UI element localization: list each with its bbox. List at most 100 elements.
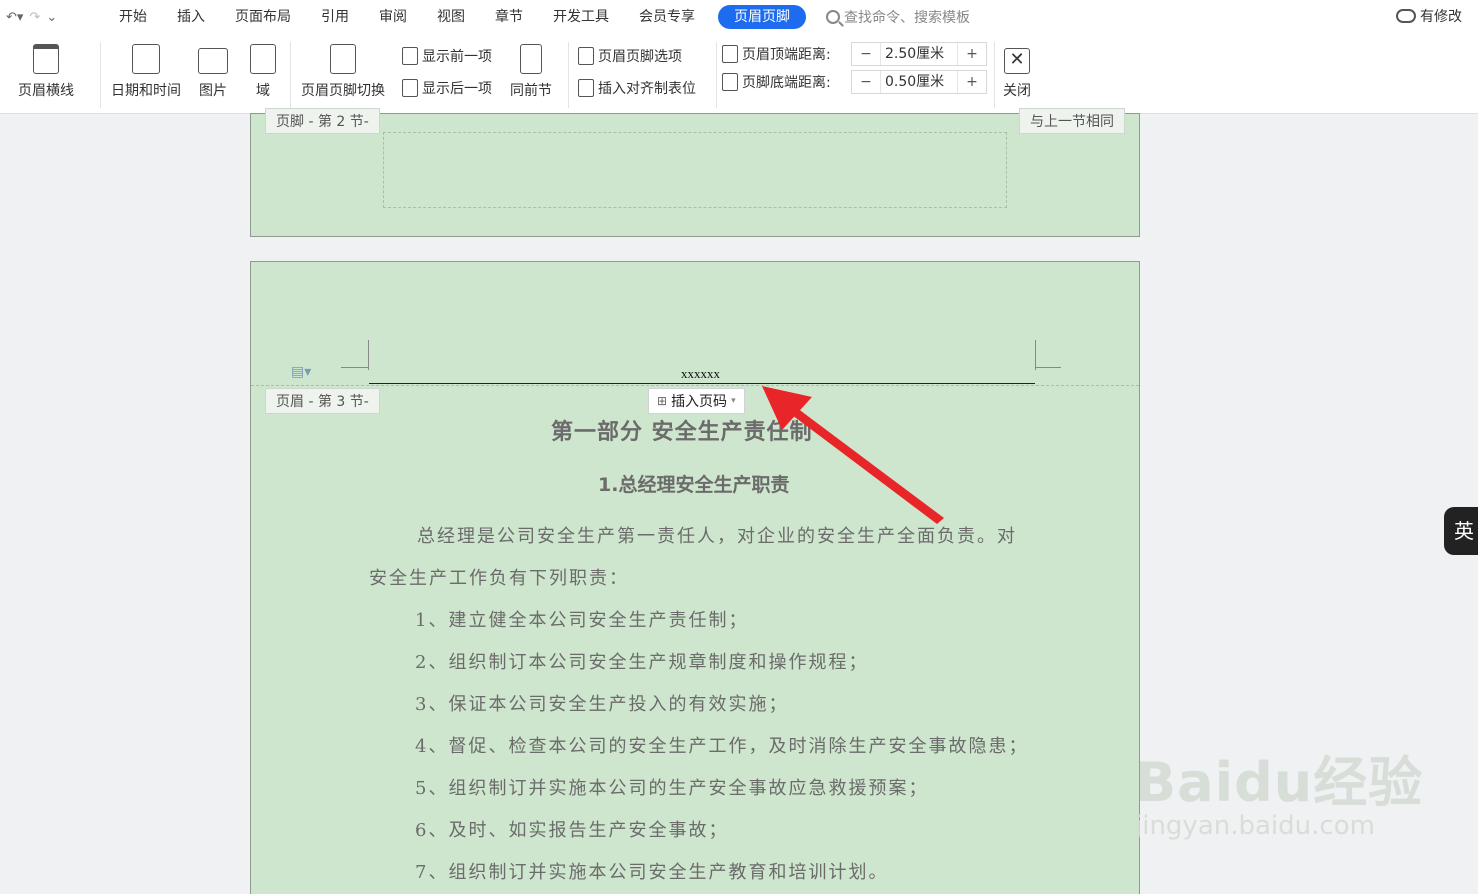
tab-section[interactable]: 章节	[480, 0, 538, 34]
section-title: 1.总经理安全生产职责	[598, 474, 790, 496]
menu-tabs: 开始 插入 页面布局 引用 审阅 视图 章节 开发工具 会员专享 页眉页脚	[104, 0, 806, 34]
footer-bottom-distance-input[interactable]: 0.50厘米	[880, 71, 958, 93]
menu-bar: ↶▾ ↷ ⌄ 开始 插入 页面布局 引用 审阅 视图 章节 开发工具 会员专享 …	[0, 0, 1478, 34]
crop-mark	[341, 367, 369, 368]
divider	[568, 42, 569, 108]
divider	[994, 42, 995, 108]
footer-bottom-distance-stepper[interactable]: − 0.50厘米 +	[851, 70, 987, 94]
tab-developer[interactable]: 开发工具	[538, 0, 624, 34]
decrease-button[interactable]: −	[852, 71, 880, 93]
tab-member[interactable]: 会员专享	[624, 0, 710, 34]
show-previous-button[interactable]: 显示前一项	[402, 46, 492, 66]
header-footer-switch-button[interactable]: 页眉页脚切换	[301, 44, 385, 100]
header-options-icon[interactable]: ▤▾	[291, 364, 311, 380]
header-distance-icon	[722, 45, 738, 63]
increase-button[interactable]: +	[958, 71, 986, 93]
header-top-distance-stepper[interactable]: − 2.50厘米 +	[851, 42, 987, 66]
tab-home[interactable]: 开始	[104, 0, 162, 34]
header-section-tag: 页眉 - 第 3 节-	[265, 388, 380, 414]
ime-indicator[interactable]: 英	[1444, 507, 1478, 555]
cloud-icon	[1396, 9, 1416, 23]
list-item: 1、建立健全本公司安全生产责任制；	[415, 610, 749, 631]
chevron-down-icon: ▾	[731, 396, 736, 406]
decrease-button[interactable]: −	[852, 43, 880, 65]
crop-mark	[368, 340, 369, 370]
switch-label: 页眉页脚切换	[301, 83, 385, 99]
list-item: 4、督促、检查本公司的安全生产工作，及时消除生产安全事故隐患；	[415, 736, 1029, 757]
document-page: 页脚 - 第 2 节- 与上一节相同	[250, 108, 1140, 237]
picture-button[interactable]: 图片	[198, 44, 228, 100]
page-number-icon: ⊞	[657, 394, 668, 408]
document-page: ▤▾ xxxxxx 页眉 - 第 3 节- ⊞ 插入页码 ▾ 第一部分 安全生产…	[250, 261, 1140, 894]
field-label: 域	[256, 83, 270, 99]
date-time-button[interactable]: 日期和时间	[111, 44, 181, 100]
modify-status[interactable]: 有修改	[1396, 6, 1462, 26]
picture-label: 图片	[199, 83, 227, 99]
quick-access-toolbar: ↶▾ ↷ ⌄	[0, 10, 104, 25]
show-previous-icon	[402, 47, 418, 65]
header-boundary	[251, 385, 1139, 386]
chevron-down-icon[interactable]: ⌄	[46, 10, 57, 25]
calendar-icon	[132, 44, 160, 74]
options-label: 页眉页脚选项	[598, 49, 682, 65]
header-line-button[interactable]: 页眉横线	[18, 44, 74, 100]
same-as-previous-tag: 与上一节相同	[1019, 108, 1125, 134]
footer-section-tag: 页脚 - 第 2 节-	[265, 108, 380, 134]
modify-label: 有修改	[1420, 9, 1462, 25]
field-button[interactable]: 域	[250, 44, 276, 100]
same-as-previous-button[interactable]: 同前节	[510, 44, 552, 100]
header-line-label: 页眉横线	[18, 83, 74, 99]
watermark-logo-text: Baidu经验	[1135, 751, 1424, 814]
close-header-footer-button[interactable]: ✕ 关闭	[1003, 44, 1031, 100]
show-next-icon	[402, 79, 418, 97]
options-icon	[578, 47, 594, 65]
list-item: 2、组织制订本公司安全生产规章制度和操作规程；	[415, 652, 869, 673]
field-icon	[250, 44, 276, 74]
crop-mark	[1035, 367, 1061, 368]
baidu-watermark: Baidu经验 jingyan.baidu.com	[1135, 738, 1423, 841]
same-as-previous-icon	[520, 44, 542, 74]
header-top-distance-input[interactable]: 2.50厘米	[880, 43, 958, 65]
ribbon-toolbar: 页眉横线 日期和时间 图片 域 页眉页脚切换 显示前一项 显示后一项 同前节 页…	[0, 34, 1478, 114]
header-top-distance-label: 页眉顶端距离:	[722, 44, 831, 64]
list-item: 5、组织制订并实施本公司的生产安全事故应急救援预案；	[415, 778, 929, 799]
insert-page-number-button[interactable]: ⊞ 插入页码 ▾	[648, 388, 745, 414]
footer-bottom-distance-label: 页脚底端距离:	[722, 72, 831, 92]
divider	[716, 42, 717, 108]
tab-review[interactable]: 审阅	[364, 0, 422, 34]
picture-icon	[198, 48, 228, 74]
tab-header-footer[interactable]: 页眉页脚	[718, 5, 806, 29]
divider	[100, 42, 101, 108]
header-footer-options-button[interactable]: 页眉页脚选项	[578, 46, 682, 66]
tab-view[interactable]: 视图	[422, 0, 480, 34]
paragraph-line: 安全生产工作负有下列职责：	[369, 568, 629, 589]
insert-align-tab-button[interactable]: 插入对齐制表位	[578, 78, 696, 98]
show-next-button[interactable]: 显示后一项	[402, 78, 492, 98]
align-tab-label: 插入对齐制表位	[598, 81, 696, 97]
tab-references[interactable]: 引用	[306, 0, 364, 34]
command-search[interactable]: 查找命令、搜索模板	[826, 7, 970, 27]
search-placeholder: 查找命令、搜索模板	[844, 10, 970, 26]
footer-distance-icon	[722, 73, 738, 91]
insert-page-number-label: 插入页码	[671, 394, 728, 410]
redo-icon[interactable]: ↷	[29, 10, 40, 25]
same-as-previous-label: 同前节	[510, 83, 552, 99]
date-time-label: 日期和时间	[111, 83, 181, 99]
switch-icon	[330, 44, 356, 74]
align-tab-icon	[578, 79, 594, 97]
close-label: 关闭	[1003, 83, 1031, 99]
header-content[interactable]: xxxxxx	[681, 366, 720, 382]
header-rule-line	[369, 383, 1035, 384]
undo-icon[interactable]: ↶▾	[6, 10, 23, 25]
paragraph-line: 总经理是公司安全生产第一责任人，对企业的安全生产全面负责。对	[417, 526, 1017, 547]
tab-insert[interactable]: 插入	[162, 0, 220, 34]
footer-area[interactable]	[383, 132, 1007, 208]
close-icon: ✕	[1004, 48, 1030, 74]
show-next-label: 显示后一项	[422, 81, 492, 97]
tab-page-layout[interactable]: 页面布局	[220, 0, 306, 34]
increase-button[interactable]: +	[958, 43, 986, 65]
list-item: 7、组织制订并实施本公司安全生产教育和培训计划。	[415, 862, 889, 883]
search-icon	[826, 10, 840, 24]
header-line-icon	[33, 44, 59, 74]
crop-mark	[1035, 340, 1036, 370]
